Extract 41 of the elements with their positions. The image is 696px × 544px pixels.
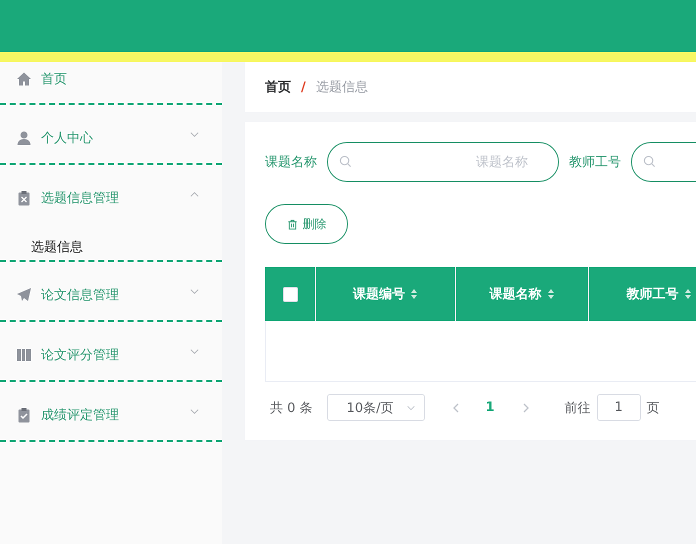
menu-label: 选题信息管理 [41,190,120,206]
search-icon [643,155,656,168]
user-icon [16,130,32,146]
clipboard-icon [16,190,32,206]
field-label: 教师工号 [569,154,621,171]
menu-item[interactable]: 论文评分管理 [0,338,222,371]
total-count: 共 0 条 [270,400,313,416]
menu-item[interactable]: 成绩评定管理 [0,398,222,431]
book-icon [16,346,32,362]
menu-item[interactable]: 首页 [0,64,222,94]
select-all-checkbox[interactable] [282,286,298,302]
trash-icon [286,218,298,230]
menu-label: 论文评分管理 [41,346,120,364]
submenu-item[interactable]: 选题信息 [0,218,222,251]
search-icon [339,155,352,168]
menu-label: 成绩评定管理 [41,406,120,424]
home-icon [16,71,32,87]
column-header[interactable]: 课题名称 [456,267,589,321]
column-header[interactable]: 课题编号 [316,267,456,321]
page-input[interactable]: 1 [596,394,641,421]
page-size-select[interactable]: 10条/页 [326,394,425,421]
sort-icon [410,288,418,300]
sort-icon [546,288,554,300]
goto-label: 前往 [564,400,591,416]
menu-item[interactable]: 论文信息管理 [0,278,222,311]
column-header[interactable]: 教师工号 [589,267,696,321]
menu-label: 个人中心 [41,130,94,146]
menu-label: 论文信息管理 [41,286,120,304]
sort-icon [684,288,692,300]
delete-button[interactable]: 删除 [265,204,348,244]
clipboard-check-icon [16,406,32,422]
search-field[interactable]: 课题名称 [327,142,559,182]
breadcrumb-link[interactable]: 首页 [265,78,291,96]
page-suffix: 页 [646,400,660,416]
breadcrumb-separator: / [301,80,306,94]
menu-item[interactable]: 个人中心 [0,121,222,154]
menu-item[interactable]: 选题信息管理 [0,181,222,214]
field-label: 课题名称 [265,154,317,171]
paper-plane-icon [16,286,32,302]
menu-label: 首页 [41,71,68,88]
page-number[interactable]: 1 [486,400,495,415]
